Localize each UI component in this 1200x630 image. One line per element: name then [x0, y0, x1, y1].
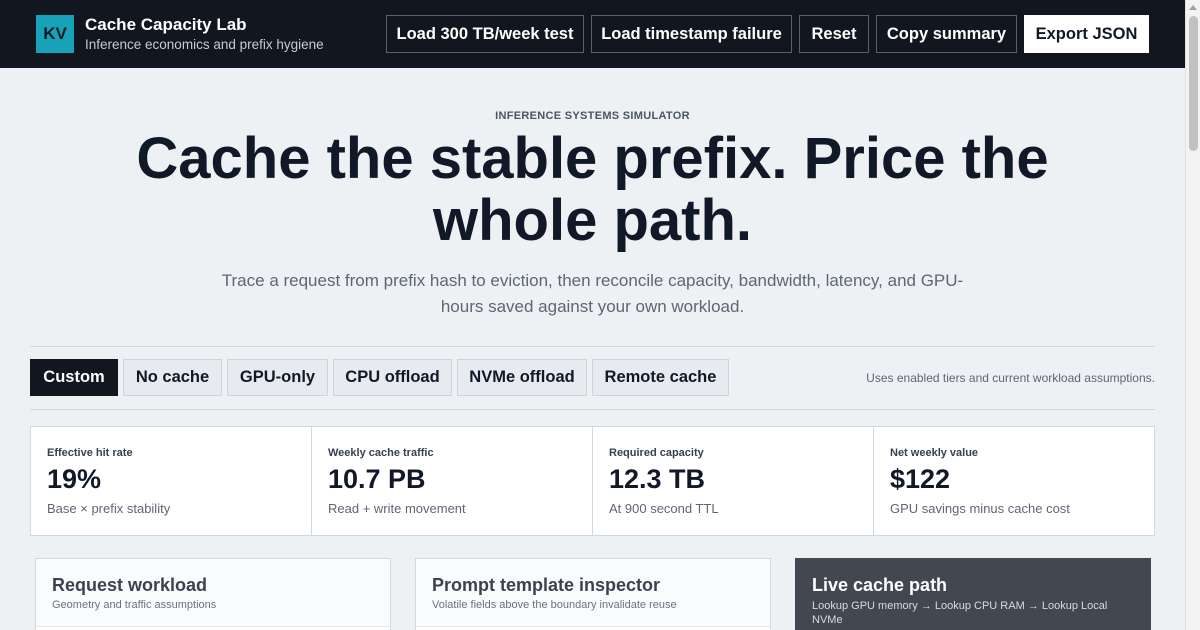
metric-caption: At 900 second TTL [609, 501, 719, 516]
export-json-button[interactable]: Export JSON [1024, 15, 1149, 53]
tab-nvme-offload[interactable]: NVMe offload [457, 359, 587, 396]
metric-label: Weekly cache traffic [328, 447, 434, 459]
metric-label: Effective hit rate [47, 447, 133, 459]
load-test-button[interactable]: Load 300 TB/week test [386, 15, 584, 53]
metric-required-capacity: Required capacity 12.3 TB At 900 second … [593, 427, 874, 535]
app-logo: KV [36, 15, 74, 53]
tab-remote-cache[interactable]: Remote cache [592, 359, 729, 396]
metric-value: 10.7 PB [328, 464, 426, 494]
metric-hit-rate: Effective hit rate 19% Base × prefix sta… [31, 427, 312, 535]
scroll-up-arrow-icon[interactable] [1189, 5, 1197, 10]
metric-label: Required capacity [609, 447, 704, 459]
panel-title: Prompt template inspector [432, 575, 661, 595]
tab-custom[interactable]: Custom [30, 359, 118, 396]
tab-cpu-offload[interactable]: CPU offload [333, 359, 452, 396]
panel-request-workload: Request workload Geometry and traffic as… [35, 558, 391, 630]
divider-bottom [30, 409, 1155, 410]
load-failure-button[interactable]: Load timestamp failure [591, 15, 792, 53]
page-scrollbar[interactable] [1185, 0, 1200, 630]
panel-prompt-inspector: Prompt template inspector Volatile field… [415, 558, 771, 630]
panel-live-cache-path: Live cache path Lookup GPU memory → Look… [795, 558, 1151, 630]
copy-summary-button[interactable]: Copy summary [876, 15, 1017, 53]
metric-label: Net weekly value [890, 447, 979, 459]
metric-caption: GPU savings minus cache cost [890, 501, 1070, 516]
metric-value: $122 [890, 464, 951, 494]
tab-gpu-only[interactable]: GPU-only [227, 359, 328, 396]
panel-title: Live cache path [812, 575, 948, 595]
divider-top [30, 346, 1155, 347]
top-bar: KV Cache Capacity Lab Inference economic… [0, 0, 1185, 68]
panel-subtitle: Geometry and traffic assumptions [52, 599, 217, 611]
app-subtitle: Inference economics and prefix hygiene [85, 37, 324, 52]
tab-no-cache[interactable]: No cache [123, 359, 222, 396]
panel-title: Request workload [52, 575, 208, 595]
metric-caption: Read + write movement [328, 501, 466, 516]
hero-lede: Trace a request from prefix hash to evic… [221, 271, 964, 316]
hero-eyebrow: INFERENCE SYSTEMS SIMULATOR [495, 110, 690, 122]
metric-weekly-traffic: Weekly cache traffic 10.7 PB Read + writ… [312, 427, 593, 535]
scroll-thumb[interactable] [1189, 16, 1198, 151]
metric-caption: Base × prefix stability [47, 501, 171, 516]
metric-value: 12.3 TB [609, 464, 706, 494]
preset-note: Uses enabled tiers and current workload … [866, 371, 1155, 385]
metrics-strip: Effective hit rate 19% Base × prefix sta… [30, 426, 1155, 536]
reset-button[interactable]: Reset [799, 15, 869, 53]
panel-subtitle: Volatile fields above the boundary inval… [432, 599, 677, 611]
metric-value: 19% [47, 464, 102, 494]
app-title: Cache Capacity Lab [85, 15, 247, 34]
hero-headline: Cache the stable prefix. Price the whole… [136, 126, 1049, 253]
metric-net-value: Net weekly value $122 GPU savings minus … [874, 427, 1154, 535]
panel-subtitle: Lookup GPU memory → Lookup CPU RAM → Loo… [812, 600, 1108, 626]
